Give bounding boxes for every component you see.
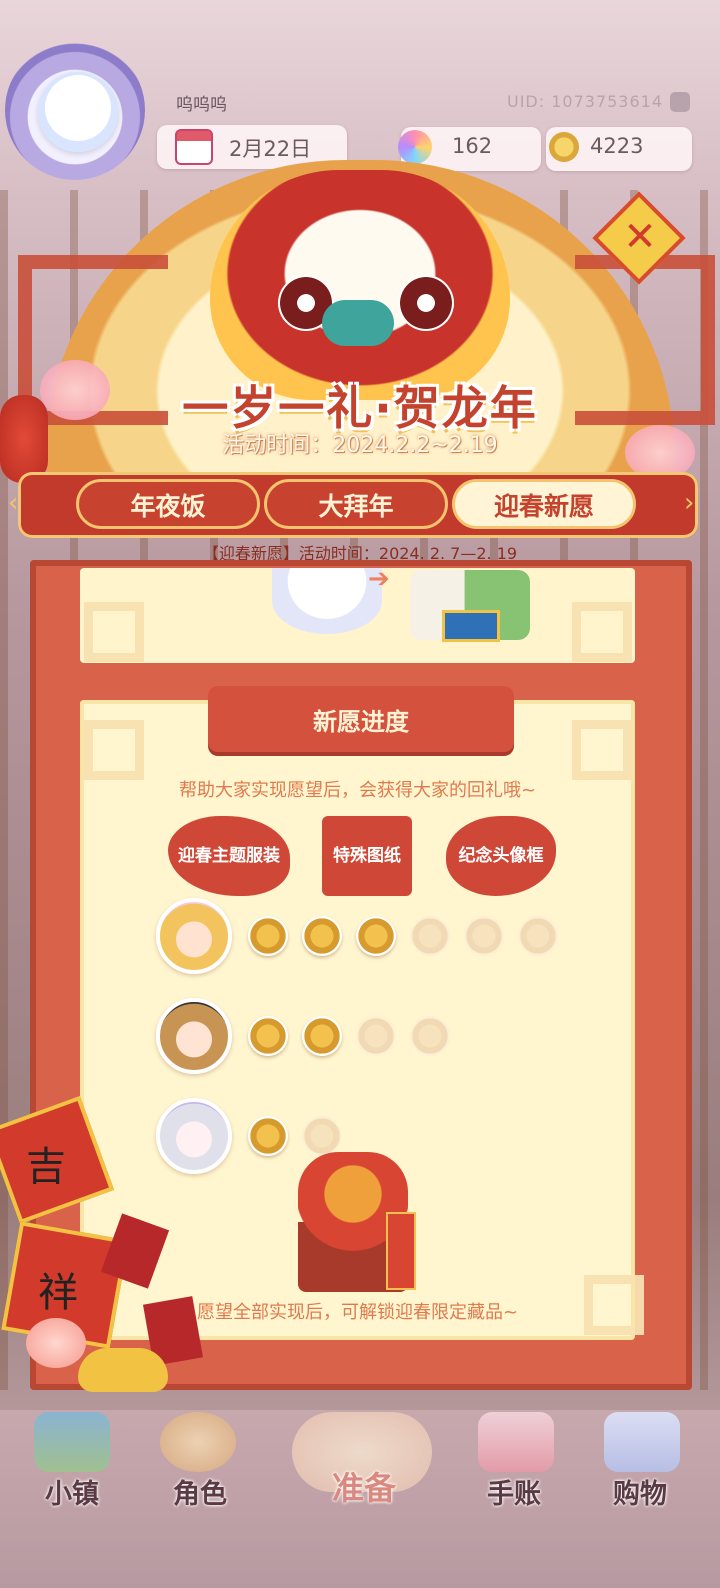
white-dress-outfit: [272, 568, 382, 634]
copy-icon[interactable]: [670, 92, 690, 112]
wish-coin-empty: [464, 916, 504, 956]
silver-hair-avatar[interactable]: [156, 1098, 232, 1174]
brown-hair-avatar[interactable]: [156, 998, 232, 1074]
shopping-bag-icon[interactable]: [604, 1412, 680, 1472]
help-text: 帮助大家实现愿望后，会获得大家的回礼哦~: [178, 780, 537, 801]
chevron-right-icon: ›: [684, 488, 695, 518]
dragon-eye-right: [398, 275, 454, 331]
chinese-knot-decoration: [84, 602, 144, 662]
blessing-card-icon: [386, 1212, 416, 1290]
arrow-right-icon: ➔: [368, 564, 390, 594]
gift-box-icon: [442, 610, 500, 642]
wish-coin-filled: [248, 1016, 288, 1056]
chevron-left-icon: ‹: [8, 488, 19, 518]
rainbow-gem-icon: [398, 130, 432, 164]
wish-coin-empty: [356, 1016, 396, 1056]
nav-journal[interactable]: 手账: [454, 1472, 574, 1511]
wish-coin-filled: [356, 916, 396, 956]
map-icon[interactable]: [34, 1412, 110, 1472]
chinese-knot-decoration: [572, 602, 632, 662]
lattice-decoration-right: [575, 255, 715, 425]
character-icon[interactable]: [160, 1412, 236, 1472]
wish-coin-empty: [410, 916, 450, 956]
player-name: 呜呜呜: [176, 95, 227, 115]
wish-coin-filled: [248, 916, 288, 956]
plum-blossom-left: [40, 360, 110, 420]
wish-coin-empty: [410, 1016, 450, 1056]
gem-count: 162: [452, 134, 493, 158]
tab-new-year-visit[interactable]: 大拜年: [264, 479, 448, 529]
coin-count: 4223: [590, 134, 644, 158]
nav-town[interactable]: 小镇: [12, 1472, 132, 1511]
tab-new-year-dinner[interactable]: 年夜饭: [76, 479, 260, 529]
reward-special-blueprint[interactable]: 特殊图纸: [322, 816, 412, 896]
close-icon[interactable]: ✕: [618, 215, 662, 259]
blonde-girl-avatar[interactable]: [156, 898, 232, 974]
chinese-knot-decoration: [572, 720, 632, 780]
nav-character[interactable]: 角色: [140, 1472, 260, 1511]
wish-coin-empty: [518, 916, 558, 956]
date-text: 2月22日: [229, 137, 312, 161]
character-progress-row: [156, 898, 626, 978]
auspicious-card-text: 祥: [38, 1270, 78, 1316]
tab-spring-wishes[interactable]: 迎春新愿: [452, 479, 636, 529]
lucky-card-text: 吉: [26, 1144, 66, 1190]
nav-shop[interactable]: 购物: [580, 1472, 700, 1511]
player-uid: UID: 1073753614: [507, 92, 664, 111]
chinese-knot-decoration: [84, 720, 144, 780]
gold-coin-icon: [549, 132, 579, 162]
red-lantern-icon: [0, 395, 48, 483]
character-progress-row: [156, 998, 626, 1078]
dragon-head-illustration: [210, 170, 510, 400]
dragon-nose: [322, 300, 394, 346]
wish-coin-filled: [248, 1116, 288, 1156]
wish-coin-filled: [302, 1016, 342, 1056]
peach-icon: [26, 1318, 86, 1368]
wish-coin-filled: [302, 916, 342, 956]
progress-title: 新愿进度: [313, 708, 409, 736]
nav-prepare[interactable]: 准备: [304, 1463, 424, 1509]
wish-coin-empty: [302, 1116, 342, 1156]
gold-ingot-icon: [78, 1348, 168, 1392]
journal-icon[interactable]: [478, 1412, 554, 1472]
player-avatar[interactable]: [38, 72, 118, 152]
event-time: 活动时间：2024.2.2~2.19: [222, 433, 498, 458]
calendar-icon: [175, 129, 213, 165]
